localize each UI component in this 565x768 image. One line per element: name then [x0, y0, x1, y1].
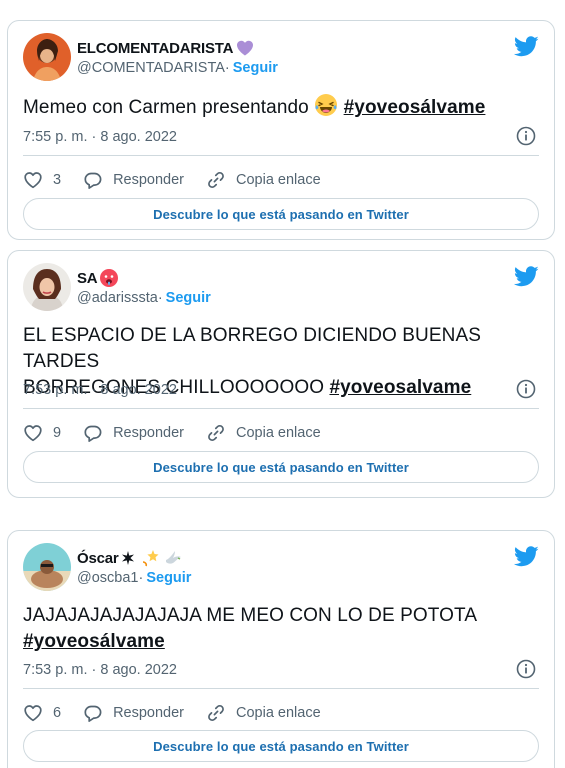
- tweet-actions: 3 Responder Copia enlace: [23, 155, 539, 191]
- heart-icon: [23, 703, 43, 723]
- timestamp[interactable]: 7:53 p. m. · 8 ago. 2022: [23, 662, 177, 678]
- handle[interactable]: @COMENTADARISTA: [77, 60, 225, 76]
- discover-button[interactable]: Descubre lo que está pasando en Twitter: [23, 451, 539, 483]
- like-button[interactable]: 3: [23, 169, 61, 191]
- reply-button[interactable]: Responder: [83, 422, 184, 444]
- tweet-card[interactable]: ELCOMENTADARISTA @COMENTADARISTA · Segui…: [7, 20, 555, 240]
- sparkle-icon: [121, 551, 134, 565]
- link-icon: [206, 703, 226, 723]
- hot-face-emoji: [100, 269, 119, 287]
- separator: ·: [224, 60, 230, 76]
- reply-icon: [83, 170, 103, 190]
- dizzy-emoji: [142, 550, 159, 567]
- tweet-actions: 9 Responder Copia enlace: [23, 408, 539, 444]
- display-name[interactable]: ELCOMENTADARISTA: [77, 38, 278, 58]
- copy-link-button[interactable]: Copia enlace: [206, 422, 321, 444]
- twitter-bird-icon[interactable]: [514, 266, 539, 287]
- discover-button[interactable]: Descubre lo que está pasando en Twitter: [23, 198, 539, 230]
- heart-icon: [23, 170, 43, 190]
- twitter-bird-icon[interactable]: [514, 36, 539, 57]
- timestamp[interactable]: 7:53 p. m. · 8 ago. 2022: [23, 382, 177, 398]
- tweet-meta: 7:55 p. m. · 8 ago. 2022: [23, 126, 539, 148]
- dove-emoji: [165, 551, 181, 564]
- link-icon: [206, 170, 226, 190]
- separator: ·: [138, 570, 144, 586]
- tweet-header: SA @adarisssta · Seguir: [23, 263, 539, 313]
- discover-button[interactable]: Descubre lo que está pasando en Twitter: [23, 730, 539, 762]
- display-name[interactable]: Óscar: [77, 548, 191, 568]
- tweet-card[interactable]: Óscar @oscba1 · Seguir JAJAJAJAJAJAJAJA …: [7, 530, 555, 768]
- tweet-header: Óscar @oscba1 · Seguir: [23, 543, 539, 593]
- handle[interactable]: @oscba1: [77, 570, 138, 586]
- twitter-bird-icon[interactable]: [514, 546, 539, 567]
- reply-icon: [83, 423, 103, 443]
- purple-heart-emoji: [237, 40, 254, 56]
- follow-button[interactable]: Seguir: [146, 570, 191, 586]
- info-icon[interactable]: [516, 126, 536, 146]
- laughing-emoji: [315, 94, 338, 116]
- like-count: 6: [53, 705, 62, 721]
- separator: ·: [157, 290, 163, 306]
- tweet-card[interactable]: SA @adarisssta · Seguir EL ESPACIO DE LA…: [7, 250, 555, 498]
- avatar[interactable]: [23, 33, 71, 81]
- like-count: 9: [53, 425, 62, 441]
- tweet-text: JAJAJAJAJAJAJAJA ME MEO CON LO DE POTOTA…: [23, 605, 478, 652]
- hashtag-link[interactable]: #yoveosálvame: [23, 631, 165, 652]
- display-name[interactable]: SA: [77, 268, 211, 288]
- timestamp[interactable]: 7:55 p. m. · 8 ago. 2022: [23, 129, 177, 145]
- reply-button[interactable]: Responder: [83, 702, 184, 724]
- link-icon: [206, 423, 226, 443]
- like-button[interactable]: 9: [23, 422, 61, 444]
- copy-link-button[interactable]: Copia enlace: [206, 169, 321, 191]
- follow-button[interactable]: Seguir: [233, 60, 278, 76]
- avatar[interactable]: [23, 263, 71, 311]
- handle[interactable]: @adarisssta: [77, 290, 158, 306]
- info-icon[interactable]: [516, 379, 536, 399]
- tweet-meta: 7:53 p. m. · 8 ago. 2022: [23, 379, 539, 401]
- follow-button[interactable]: Seguir: [166, 290, 211, 306]
- tweet-actions: 6 Responder Copia enlace: [23, 688, 539, 724]
- hashtag-link[interactable]: #yoveosálvame: [344, 97, 486, 118]
- tweet-text: Memeo con Carmen presentando #yoveosálva…: [23, 93, 539, 121]
- heart-icon: [23, 423, 43, 443]
- copy-link-button[interactable]: Copia enlace: [206, 702, 321, 724]
- reply-icon: [83, 703, 103, 723]
- like-count: 3: [53, 172, 62, 188]
- reply-button[interactable]: Responder: [83, 169, 184, 191]
- avatar[interactable]: [23, 543, 71, 591]
- tweet-header: ELCOMENTADARISTA @COMENTADARISTA · Segui…: [23, 33, 539, 83]
- like-button[interactable]: 6: [23, 702, 61, 724]
- tweet-meta: 7:53 p. m. · 8 ago. 2022: [23, 659, 539, 681]
- info-icon[interactable]: [516, 659, 536, 679]
